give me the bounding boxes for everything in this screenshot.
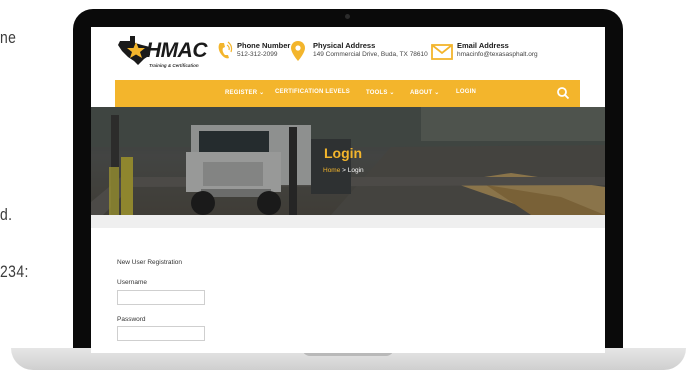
search-icon[interactable] [556, 86, 570, 100]
username-label: Username [117, 279, 147, 286]
username-input[interactable] [117, 290, 205, 305]
breadcrumb: Home > Login [323, 167, 364, 174]
breadcrumb-home-link[interactable]: Home [323, 167, 340, 174]
background-text-fragment: d. [0, 205, 13, 224]
page-title: Login [324, 145, 363, 161]
nav-item-register[interactable]: REGISTER ⌄ [225, 89, 264, 96]
email-value[interactable]: hmacinfo@texasasphalt.org [457, 51, 538, 58]
phone-icon [218, 41, 233, 59]
section-divider [91, 215, 605, 228]
hero-overlay [91, 107, 605, 215]
location-pin-icon [291, 41, 305, 61]
password-input[interactable] [117, 326, 205, 341]
background-text-fragment: ne [0, 28, 17, 47]
email-label: Email Address [457, 41, 509, 50]
site-header: HMAC Training & Certification Phone Numb… [91, 27, 605, 79]
webcam-icon [345, 14, 350, 19]
breadcrumb-current: Login [347, 167, 364, 174]
breadcrumb-separator: > [342, 167, 346, 174]
logo-tagline: Training & Certification [149, 63, 199, 68]
logo-wordmark: HMAC [146, 39, 208, 62]
nav-item-about[interactable]: ABOUT ⌄ [410, 89, 439, 96]
laptop-screen: HMAC Training & Certification Phone Numb… [91, 27, 605, 353]
password-label: Password [117, 316, 146, 323]
phone-label: Phone Number [237, 41, 291, 50]
address-label: Physical Address [313, 41, 376, 50]
phone-value[interactable]: 512-312-2099 [237, 51, 277, 58]
background-text-fragment: 234: [0, 262, 29, 281]
nav-item-login[interactable]: LOGIN [456, 89, 476, 95]
main-nav: REGISTER ⌄ CERTIFICATION LEVELS TOOLS ⌄ … [115, 80, 580, 107]
hero-banner: Login Home > Login [91, 107, 605, 215]
mail-icon [431, 44, 453, 60]
form-heading: New User Registration [117, 259, 183, 266]
hmac-logo[interactable]: HMAC Training & Certification [116, 33, 208, 69]
nav-item-tools[interactable]: TOOLS ⌄ [366, 89, 395, 96]
address-value: 149 Commercial Drive, Buda, TX 78610 [313, 51, 428, 58]
nav-item-certification-levels[interactable]: CERTIFICATION LEVELS [275, 89, 350, 95]
